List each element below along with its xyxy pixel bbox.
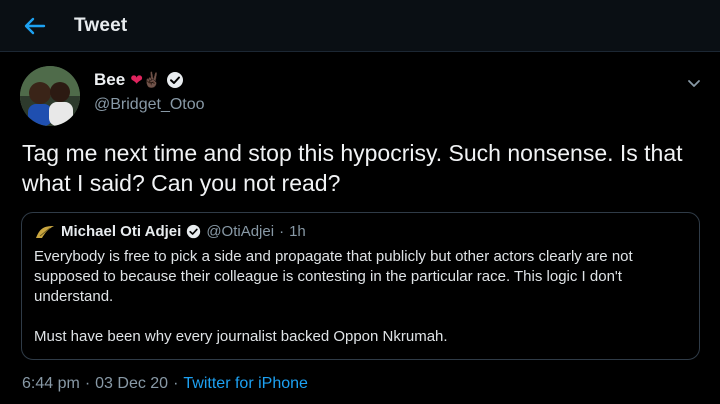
top-app-bar: Tweet <box>0 0 720 52</box>
page-title: Tweet <box>74 15 128 36</box>
tweet-metadata: 6:44 pm · 03 Dec 20 · Twitter for iPhone <box>22 375 308 393</box>
tweet-text: Tag me next time and stop this hypocrisy… <box>22 140 683 196</box>
quoted-author-name: Michael Oti Adjei <box>61 223 182 240</box>
tweet-date: 03 Dec 20 <box>95 375 169 392</box>
quoted-tweet-card[interactable]: Michael Oti Adjei @OtiAdjei · 1h Everybo… <box>21 212 700 360</box>
tweet-source-link[interactable]: Twitter for iPhone <box>183 375 308 393</box>
avatar-image <box>20 66 80 126</box>
emoji-decoration: ❤✌🏿 <box>130 72 162 89</box>
verified-badge-icon <box>187 224 201 239</box>
verified-badge-icon <box>167 72 184 88</box>
quoted-time: 1h <box>289 223 306 240</box>
author-name-row[interactable]: Bee ❤✌🏿 <box>94 70 184 90</box>
meta-separator: · <box>84 375 91 392</box>
back-button[interactable] <box>22 14 48 38</box>
quoted-author-handle: @OtiAdjei <box>206 223 275 240</box>
tweet-time: 6:44 pm <box>22 375 80 392</box>
quoted-author-row: Michael Oti Adjei @OtiAdjei · 1h <box>34 223 306 240</box>
more-options-button[interactable] <box>685 74 703 92</box>
quoted-paragraph: Must have been why every journalist back… <box>34 328 448 345</box>
arrow-left-icon <box>24 17 46 35</box>
author-display-name: Bee <box>94 70 126 89</box>
quoted-paragraph: Everybody is free to pick a side and pro… <box>34 248 633 305</box>
meta-separator: · <box>173 375 179 392</box>
quoted-tweet-body: Everybody is free to pick a side and pro… <box>34 247 689 367</box>
avatar[interactable] <box>20 66 80 126</box>
chevron-down-icon <box>688 80 700 87</box>
quoted-avatar-icon <box>36 225 54 238</box>
author-handle[interactable]: @Bridget_Otoo <box>94 96 205 114</box>
quoted-separator: · <box>279 223 285 240</box>
